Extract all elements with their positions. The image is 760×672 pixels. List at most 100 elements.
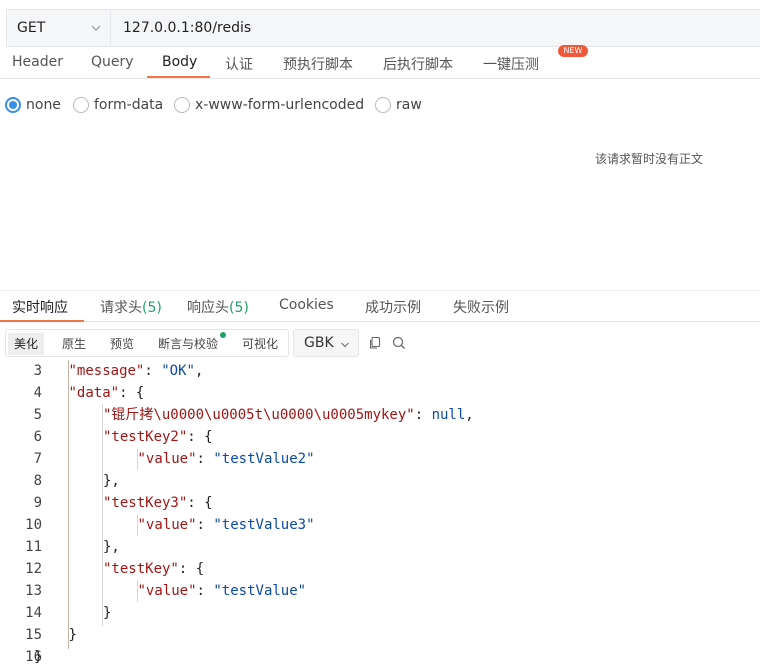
- charset-label: GBK: [304, 335, 334, 351]
- radio-checked-icon: [5, 97, 21, 113]
- view-visualize[interactable]: 可视化: [236, 333, 284, 355]
- tab-label: Cookies: [279, 297, 334, 313]
- url-input[interactable]: 127.0.0.1:80/redis: [111, 20, 251, 36]
- chevron-down-icon: [91, 25, 101, 31]
- code-text: "data": {: [69, 382, 145, 404]
- code-token: : {: [178, 561, 205, 577]
- code-line: 9 "testKey3": {: [0, 492, 760, 514]
- code-token: "testKey2": [103, 429, 188, 445]
- radio-none[interactable]: none: [5, 94, 61, 116]
- code-token: :: [196, 451, 214, 467]
- method-select[interactable]: GET: [7, 10, 111, 46]
- code-line: 8},: [0, 470, 760, 492]
- line-number: 12: [25, 561, 42, 577]
- code-line: 5 "锟斤拷\u0000\u0005t\u0000\u0005mykey": nu…: [0, 404, 760, 426]
- code-line: 14}: [0, 602, 760, 624]
- radio-unchecked-icon: [174, 97, 190, 113]
- code-line: 7 "value": "testValue2": [0, 448, 760, 470]
- tab-cookies[interactable]: Cookies: [279, 297, 334, 313]
- line-number: 9: [33, 495, 42, 511]
- code-token: }: [103, 605, 112, 621]
- code-line: 16}: [0, 646, 760, 668]
- code-token: :: [144, 363, 162, 379]
- code-line: 4 "data": {: [0, 382, 760, 404]
- tab-label: 成功示例: [365, 300, 421, 316]
- view-assertions[interactable]: 断言与校验: [152, 333, 224, 355]
- code-token: : {: [187, 429, 213, 445]
- tab-label: 失败示例: [453, 300, 509, 316]
- line-number: 13: [25, 583, 42, 599]
- code-text: }: [34, 646, 42, 668]
- code-token: ,: [194, 363, 204, 379]
- code-token: "testKey3": [103, 495, 188, 511]
- code-token: null: [431, 407, 466, 423]
- code-line: 3 "message": "OK",: [0, 360, 760, 382]
- code-token: "testKey": [103, 561, 179, 577]
- radio-label: none: [26, 97, 61, 113]
- search-icon[interactable]: [391, 335, 407, 351]
- tab-request-headers[interactable]: 请求头(5): [100, 297, 162, 317]
- code-token: "OK": [161, 363, 195, 379]
- view-pretty[interactable]: 美化: [8, 333, 45, 355]
- tab-post-script[interactable]: 后执行脚本: [383, 54, 453, 74]
- tab-body[interactable]: Body: [162, 54, 197, 70]
- line-number: 15: [25, 627, 42, 643]
- tab-fail-example[interactable]: 失败示例: [453, 297, 509, 317]
- radio-unchecked-icon: [73, 97, 89, 113]
- count-badge: (5): [229, 300, 249, 316]
- code-token: "message": [68, 363, 145, 379]
- code-text: "testKey": {: [103, 558, 204, 580]
- code-text: "value": "testValue3": [138, 514, 315, 536]
- code-token: "value": [137, 583, 197, 599]
- code-text: },: [103, 536, 120, 558]
- radio-label: raw: [396, 97, 422, 113]
- request-tabs: Header Query Body 认证 预执行脚本 后执行脚本 一键压测: [0, 50, 760, 79]
- code-token: ,: [465, 407, 474, 423]
- charset-select[interactable]: GBK: [293, 329, 359, 357]
- empty-body-message: 该请求暂时没有正文: [595, 152, 704, 166]
- radio-label: x-www-form-urlencoded: [195, 97, 365, 113]
- code-token: "value": [137, 451, 197, 467]
- tab-load-test[interactable]: 一键压测: [483, 54, 539, 74]
- radio-form-data[interactable]: form-data: [73, 94, 163, 116]
- code-token: : {: [119, 385, 145, 401]
- code-token: :: [196, 517, 214, 533]
- code-text: "value": "testValue": [138, 580, 307, 602]
- code-token: },: [103, 539, 120, 555]
- code-line: 12 "testKey": {: [0, 558, 760, 580]
- code-token: "testValue": [213, 583, 307, 599]
- view-preview[interactable]: 预览: [104, 333, 140, 355]
- url-bar: GET 127.0.0.1:80/redis: [6, 9, 760, 47]
- line-number: 5: [33, 407, 42, 423]
- line-number: 14: [25, 605, 42, 621]
- tab-auth[interactable]: 认证: [225, 54, 253, 74]
- tab-label: 实时响应: [12, 300, 68, 316]
- code-text: "testKey3": {: [103, 492, 213, 514]
- tab-live-response[interactable]: 实时响应: [12, 297, 68, 317]
- radio-label: form-data: [94, 97, 164, 113]
- radio-raw[interactable]: raw: [375, 94, 422, 116]
- response-tabs: 实时响应 请求头(5) 响应头(5) Cookies 成功示例 失败示例: [0, 290, 760, 322]
- tab-header[interactable]: Header: [12, 54, 63, 70]
- tab-query[interactable]: Query: [91, 54, 134, 70]
- code-token: }: [68, 627, 77, 643]
- radio-urlencoded[interactable]: x-www-form-urlencoded: [174, 94, 364, 116]
- code-line: 11},: [0, 536, 760, 558]
- tab-success-example[interactable]: 成功示例: [365, 297, 421, 317]
- code-line: 15}: [0, 624, 760, 646]
- code-token: :: [196, 583, 214, 599]
- code-text: "value": "testValue2": [138, 448, 315, 470]
- tab-response-headers[interactable]: 响应头(5): [187, 297, 249, 317]
- code-token: "value": [137, 517, 197, 533]
- active-tab-indicator: [0, 320, 84, 322]
- code-token: "锟斤拷\u0000\u0005t\u0000\u0005mykey": [103, 407, 415, 423]
- response-code-view[interactable]: 3 "message": "OK", 4 "data": { 5 "锟斤拷\u0000\u…: [0, 360, 760, 672]
- code-line: 13 "value": "testValue": [0, 580, 760, 602]
- view-raw[interactable]: 原生: [56, 333, 92, 355]
- tab-pre-script[interactable]: 预执行脚本: [283, 54, 353, 74]
- code-token: "data": [68, 385, 120, 401]
- code-text: },: [103, 470, 120, 492]
- copy-icon[interactable]: [367, 335, 383, 351]
- line-number: 3: [33, 363, 42, 379]
- code-token: }: [34, 649, 43, 665]
